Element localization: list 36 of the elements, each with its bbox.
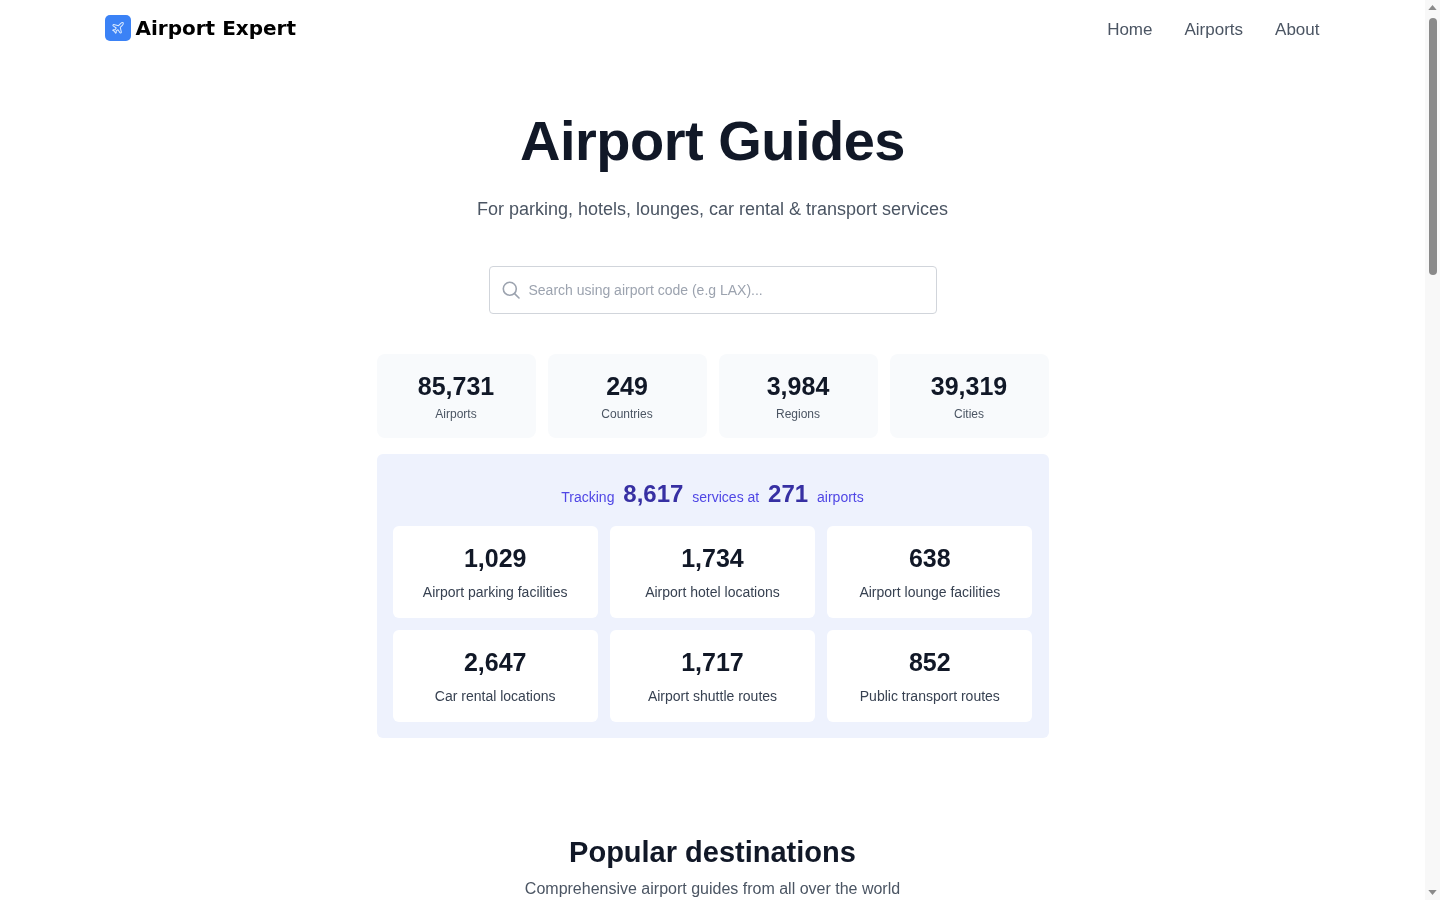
nav-link[interactable]: About [1275,20,1320,40]
stat-value: 3,984 [766,371,830,402]
service-count: 638 [908,543,951,574]
page-subtitle: For parking, hotels, lounges, car rental & transport services [476,198,949,221]
scrollbar[interactable] [1425,0,1440,900]
section-subtitle: Comprehensive airport guides from all over the world [524,879,901,899]
section-title: Popular destinations [569,835,856,870]
stat-label: Airports [435,406,477,422]
service-label: Public transport routes [859,687,1000,706]
stat-value: 85,731 [417,371,495,402]
service-label: Airport shuttle routes [647,687,778,706]
search-icon [501,281,520,299]
stat-label: Regions [776,406,820,422]
nav-link[interactable]: Home [1107,20,1153,40]
service-count: 852 [908,647,951,678]
service-count: 1,029 [463,543,527,574]
logo-link[interactable]: Airport Expert [104,15,296,41]
service-label: Airport hotel locations [645,583,780,602]
airplane-icon [104,15,131,41]
scrollbar-thumb[interactable] [1428,18,1437,275]
service-label: Airport lounge facilities [859,583,1001,602]
stat-label: Countries [601,406,653,422]
service-count: 1,717 [681,647,744,678]
scroll-up-icon[interactable] [1428,5,1437,10]
page-title: Airport Guides [520,110,905,172]
service-count: 2,647 [463,647,527,678]
service-count: 1,734 [681,543,744,574]
stat-value: 249 [606,371,648,402]
services-summary: Tracking 8,617 services at 271 airports [561,479,864,509]
service-label: Airport parking facilities [422,583,568,602]
stat-value: 39,319 [930,371,1008,402]
nav-link[interactable]: Airports [1184,20,1244,40]
stat-label: Cities [954,406,984,422]
service-label: Car rental locations [434,687,556,706]
scroll-down-icon[interactable] [1428,890,1437,895]
search-field[interactable]: Search using airport code (e.g LAX)... [488,266,937,314]
